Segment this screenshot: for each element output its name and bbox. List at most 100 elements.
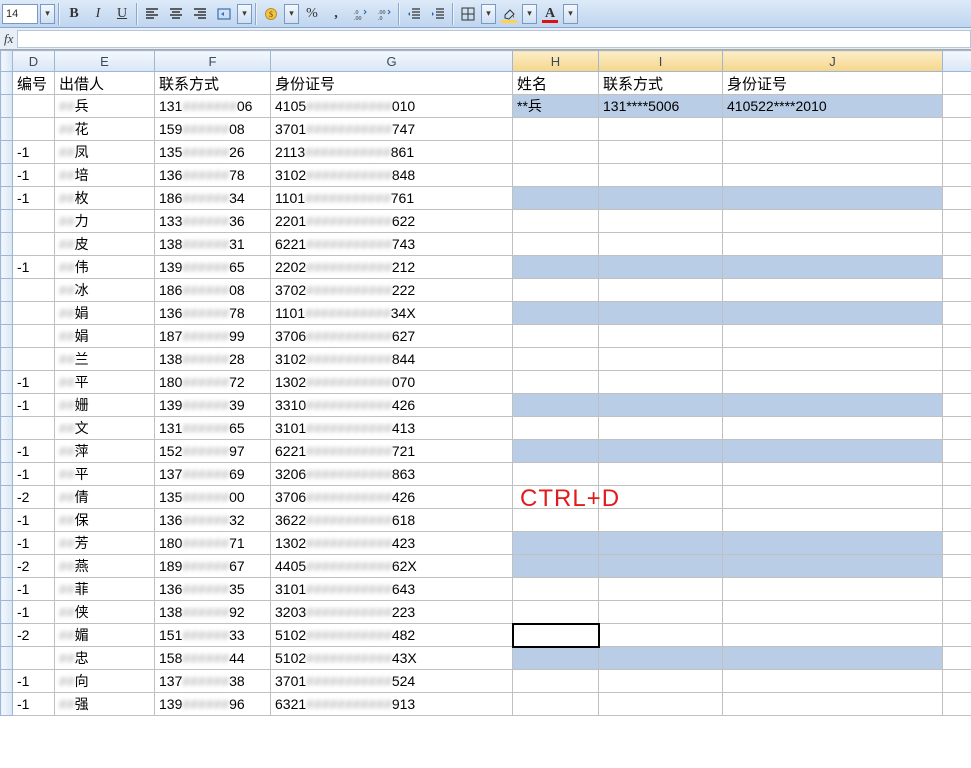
col-header-blank[interactable] (943, 51, 971, 72)
cell[interactable]: 136######78 (155, 164, 271, 187)
cell[interactable]: 编号 (13, 72, 55, 95)
cell[interactable] (513, 693, 599, 716)
cell[interactable]: ##萍 (55, 440, 155, 463)
cell[interactable]: ##皮 (55, 233, 155, 256)
cell[interactable]: -1 (13, 141, 55, 164)
cell[interactable]: 180######71 (155, 532, 271, 555)
cell[interactable]: ##燕 (55, 555, 155, 578)
cell[interactable]: -1 (13, 463, 55, 486)
cell[interactable] (723, 348, 943, 371)
cell[interactable] (723, 302, 943, 325)
cell[interactable] (513, 417, 599, 440)
cell[interactable]: ##娟 (55, 325, 155, 348)
cell[interactable]: ##娟 (55, 302, 155, 325)
col-header-E[interactable]: E (55, 51, 155, 72)
cell[interactable] (599, 187, 723, 210)
cell[interactable]: 135######26 (155, 141, 271, 164)
cell[interactable] (723, 325, 943, 348)
cell[interactable]: 出借人 (55, 72, 155, 95)
cell[interactable]: 186######34 (155, 187, 271, 210)
cell[interactable]: 136######35 (155, 578, 271, 601)
cell[interactable] (599, 233, 723, 256)
cell[interactable] (723, 555, 943, 578)
cell[interactable] (723, 164, 943, 187)
cell[interactable] (13, 279, 55, 302)
cell[interactable] (723, 670, 943, 693)
cell[interactable]: 身份证号 (723, 72, 943, 95)
cell[interactable]: 3101###########643 (271, 578, 513, 601)
cell[interactable] (723, 693, 943, 716)
currency-dropdown[interactable]: ▾ (284, 4, 299, 24)
cell[interactable]: ##姗 (55, 394, 155, 417)
cell[interactable]: ##枚 (55, 187, 155, 210)
cell[interactable]: 133######36 (155, 210, 271, 233)
cell[interactable]: 4405###########62X (271, 555, 513, 578)
cell[interactable] (599, 578, 723, 601)
cell[interactable] (13, 118, 55, 141)
cell[interactable] (13, 95, 55, 118)
cell[interactable] (599, 256, 723, 279)
col-header-F[interactable]: F (155, 51, 271, 72)
select-all-corner[interactable] (1, 51, 13, 72)
cell[interactable] (513, 371, 599, 394)
font-color-dropdown[interactable]: ▾ (563, 4, 578, 24)
cell[interactable]: ##倩 (55, 486, 155, 509)
cell[interactable] (513, 555, 599, 578)
align-left-button[interactable] (141, 3, 163, 25)
cell[interactable]: 5102###########482 (271, 624, 513, 647)
cell[interactable]: 2113###########861 (271, 141, 513, 164)
cell[interactable] (723, 647, 943, 670)
cell[interactable] (13, 210, 55, 233)
col-header-I[interactable]: I (599, 51, 723, 72)
font-color-button[interactable]: A (539, 3, 561, 25)
cell[interactable]: 136######78 (155, 302, 271, 325)
cell[interactable]: 3101###########413 (271, 417, 513, 440)
cell[interactable]: 联系方式 (155, 72, 271, 95)
italic-button[interactable]: I (87, 3, 109, 25)
cell[interactable]: 6321###########913 (271, 693, 513, 716)
underline-button[interactable]: U (111, 3, 133, 25)
cell[interactable] (513, 532, 599, 555)
cell[interactable]: ##平 (55, 463, 155, 486)
cell[interactable]: ##凤 (55, 141, 155, 164)
cell[interactable] (13, 348, 55, 371)
cell[interactable] (599, 141, 723, 164)
cell[interactable] (513, 210, 599, 233)
cell[interactable] (599, 302, 723, 325)
cell[interactable] (723, 256, 943, 279)
cell[interactable] (513, 325, 599, 348)
cell[interactable]: 186######08 (155, 279, 271, 302)
decrease-indent-button[interactable] (403, 3, 425, 25)
cell[interactable]: 139######96 (155, 693, 271, 716)
comma-button[interactable]: , (325, 3, 347, 25)
cell[interactable]: 131######65 (155, 417, 271, 440)
cell[interactable]: ##向 (55, 670, 155, 693)
cell[interactable] (599, 647, 723, 670)
cell[interactable]: 151######33 (155, 624, 271, 647)
bold-button[interactable]: B (63, 3, 85, 25)
cell[interactable] (723, 509, 943, 532)
merge-dropdown[interactable]: ▾ (237, 4, 252, 24)
cell[interactable]: 3706###########627 (271, 325, 513, 348)
cell[interactable]: 152######97 (155, 440, 271, 463)
cell[interactable] (599, 440, 723, 463)
borders-button[interactable] (457, 3, 479, 25)
cell[interactable] (513, 164, 599, 187)
cell[interactable] (723, 624, 943, 647)
cell[interactable] (513, 601, 599, 624)
increase-decimal-button[interactable]: .0.00 (349, 3, 371, 25)
cell[interactable] (599, 348, 723, 371)
cell[interactable] (513, 141, 599, 164)
cell[interactable] (599, 670, 723, 693)
cell[interactable]: 138######28 (155, 348, 271, 371)
cell[interactable] (723, 417, 943, 440)
align-center-button[interactable] (165, 3, 187, 25)
cell[interactable]: 2201###########622 (271, 210, 513, 233)
cell[interactable]: 138######31 (155, 233, 271, 256)
col-header-H[interactable]: H (513, 51, 599, 72)
cell[interactable]: 139######39 (155, 394, 271, 417)
cell[interactable]: 1302###########070 (271, 371, 513, 394)
cell[interactable] (723, 578, 943, 601)
cell[interactable]: 3203###########223 (271, 601, 513, 624)
cell[interactable] (723, 463, 943, 486)
